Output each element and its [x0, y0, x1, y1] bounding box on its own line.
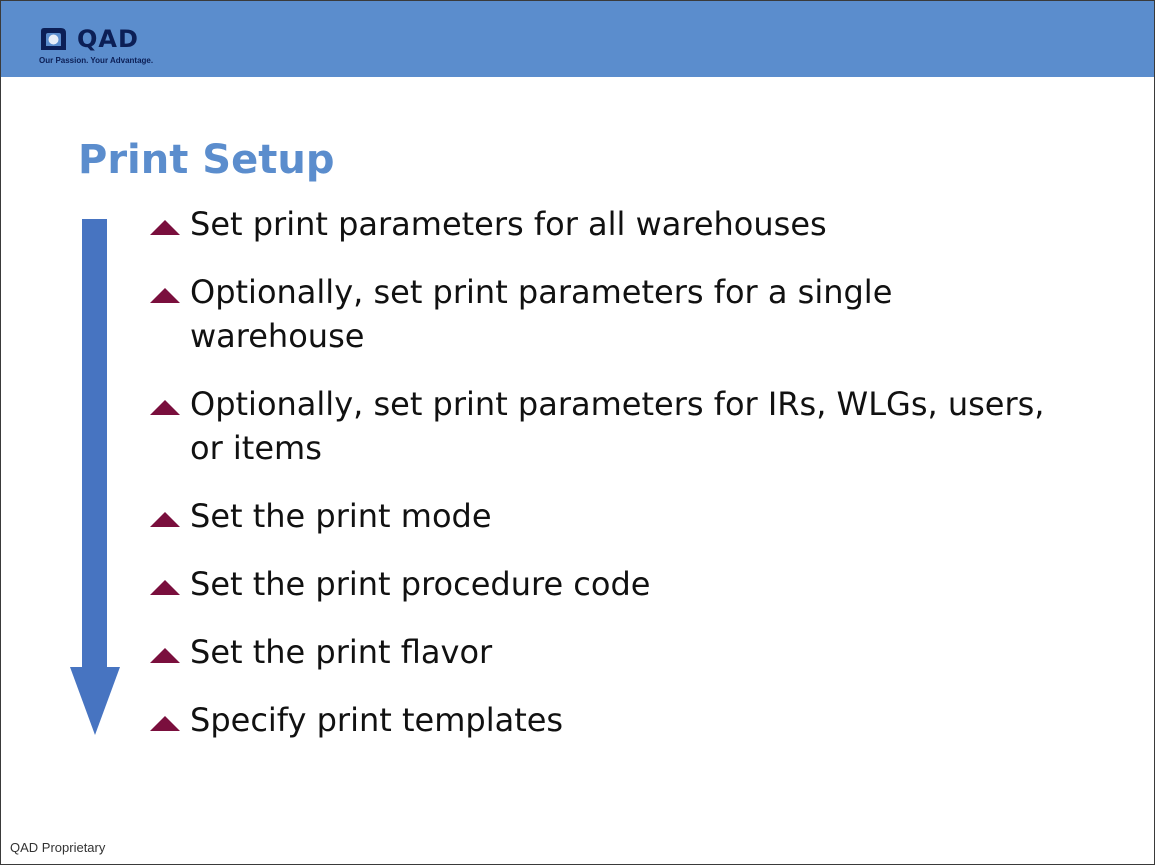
triangle-bullet-icon: [150, 220, 180, 235]
down-arrow-icon: [70, 219, 120, 735]
triangle-bullet-icon: [150, 580, 180, 595]
bullet-text: Optionally, set print parameters for a s…: [190, 273, 893, 355]
bullet-text: Set print parameters for all warehouses: [190, 205, 827, 243]
list-item: Set the print flavor: [148, 630, 1048, 674]
triangle-bullet-icon: [150, 648, 180, 663]
triangle-bullet-icon: [150, 288, 180, 303]
bullet-text: Set the print mode: [190, 497, 492, 535]
triangle-bullet-icon: [150, 512, 180, 527]
list-item: Set the print mode: [148, 494, 1048, 538]
logo-tagline: Our Passion. Your Advantage.: [39, 56, 154, 65]
list-item: Optionally, set print parameters for IRs…: [148, 382, 1048, 470]
bullet-text: Optionally, set print parameters for IRs…: [190, 385, 1045, 467]
logo-wordmark: QAD: [77, 25, 139, 53]
page-title: Print Setup: [78, 137, 335, 183]
triangle-bullet-icon: [150, 400, 180, 415]
list-item: Specify print templates: [148, 698, 1048, 742]
list-item: Set the print procedure code: [148, 562, 1048, 606]
header-band: QAD Our Passion. Your Advantage.: [1, 1, 1154, 77]
list-item: Optionally, set print parameters for a s…: [148, 270, 1048, 358]
footer-proprietary-label: QAD Proprietary: [10, 840, 106, 855]
triangle-bullet-icon: [150, 716, 180, 731]
bullet-list: Set print parameters for all warehouses …: [148, 202, 1048, 742]
list-item: Set print parameters for all warehouses: [148, 202, 1048, 246]
bullet-text: Specify print templates: [190, 701, 564, 739]
bullet-text: Set the print procedure code: [190, 565, 651, 603]
qad-logo-icon: [41, 28, 66, 50]
bullet-text: Set the print flavor: [190, 633, 493, 671]
